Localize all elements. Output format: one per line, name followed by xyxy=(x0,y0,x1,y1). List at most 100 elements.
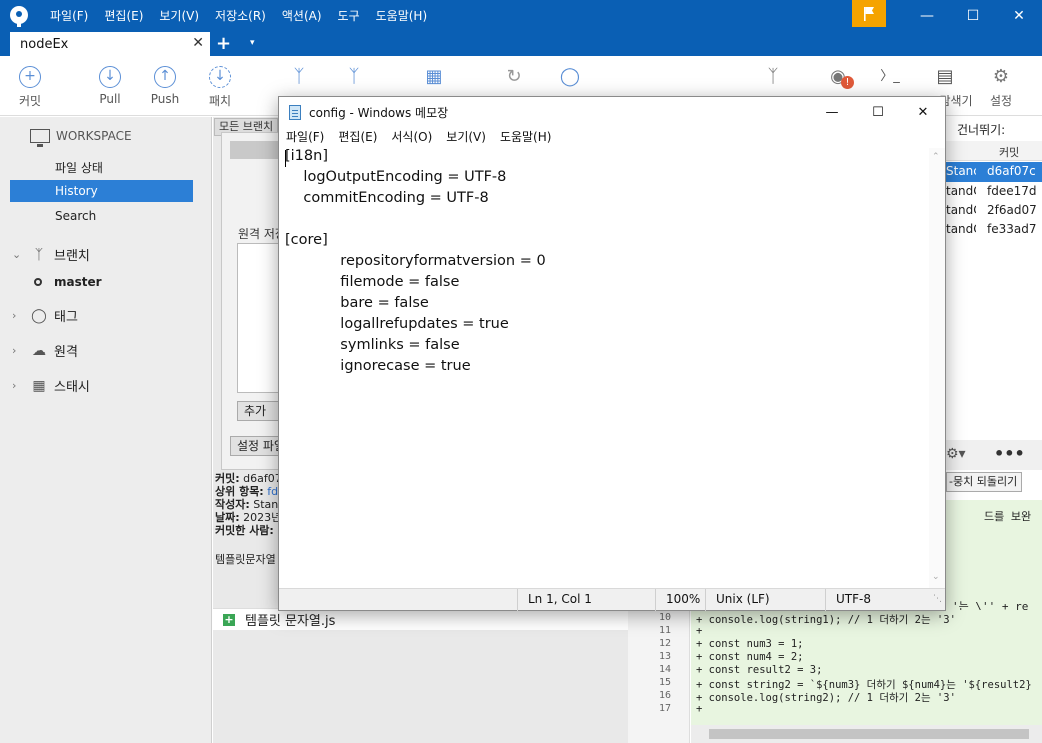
diff-line: + xyxy=(696,703,703,715)
edit-config-button[interactable]: 설정 파일 편집 xyxy=(230,436,282,456)
menu-actions[interactable]: 액션(A) xyxy=(274,0,330,32)
warning-badge-icon: ! xyxy=(841,76,854,89)
np-menu-edit[interactable]: 편집(E) xyxy=(331,127,384,147)
scroll-up-icon[interactable]: ⌃ xyxy=(932,152,940,162)
remotes-label: 원격 xyxy=(54,345,78,360)
remote-repos-label: 원격 저장소 xyxy=(238,227,282,241)
settings-button[interactable]: ⚙ 설정 xyxy=(971,56,1031,116)
more-options-icon[interactable]: ••• xyxy=(994,444,1025,463)
np-menu-file[interactable]: 파일(F) xyxy=(279,127,331,147)
close-window-button[interactable]: ✕ xyxy=(996,0,1042,32)
text-line: logOutputEncoding = UTF-8 xyxy=(285,169,507,185)
resize-grip-icon[interactable]: ⋱ xyxy=(933,594,942,604)
changed-file-row[interactable]: + 템플릿 문자열.js xyxy=(213,608,628,630)
tab-close-icon[interactable]: ✕ xyxy=(192,35,204,51)
pull-button[interactable]: ↓ Pull xyxy=(80,56,140,116)
text-line: [core] xyxy=(285,232,328,248)
menu-help[interactable]: 도움말(H) xyxy=(368,0,436,32)
scrollbar-thumb[interactable] xyxy=(709,729,1029,739)
sidebar-item-history[interactable]: History xyxy=(10,180,193,202)
table-row[interactable]: Stanc d6af07c xyxy=(946,162,1042,182)
sidebar-group-branches[interactable]: ⌄ ᛉ 브랜치 xyxy=(12,245,90,265)
tab-nodeex[interactable]: nodeEx ✕ xyxy=(10,32,210,56)
column-commit[interactable]: 커밋 xyxy=(999,144,1019,160)
gear-dropdown-icon[interactable]: ⚙▾ xyxy=(946,446,966,462)
history-label: History xyxy=(55,184,98,198)
notepad-maximize-button[interactable]: ☐ xyxy=(855,97,901,127)
np-menu-view[interactable]: 보기(V) xyxy=(439,127,493,147)
line-number-gutter: 10 11 12 13 14 15 16 17 xyxy=(628,610,690,743)
notepad-minimize-button[interactable]: — xyxy=(809,97,855,127)
text-line: commitEncoding = UTF-8 xyxy=(285,190,489,206)
notepad-status-bar: Ln 1, Col 1 100% Unix (LF) UTF-8 ⋱ xyxy=(279,588,945,611)
np-menu-format[interactable]: 서식(O) xyxy=(384,127,439,147)
scroll-down-icon[interactable]: ⌄ xyxy=(932,572,940,582)
flag-button[interactable] xyxy=(852,0,886,27)
main-menu: 파일(F) 편집(E) 보기(V) 저장소(R) 액션(A) 도구 도움말(H) xyxy=(42,0,435,32)
sidebar-group-tags[interactable]: › ◯ 태그 xyxy=(12,306,78,326)
remote-repos-list[interactable] xyxy=(237,243,282,393)
branch-master[interactable]: master xyxy=(34,275,102,289)
added-file-icon: + xyxy=(223,612,235,626)
arrow-down-circle-icon: ↓ xyxy=(99,66,121,88)
fetch-button[interactable]: ↓ 패치 xyxy=(190,56,250,116)
new-tab-button[interactable]: + xyxy=(216,33,231,54)
line-number: 13 xyxy=(658,651,671,662)
diff-code: + console.log(string1); // 1 더하기 2는 '3' … xyxy=(691,610,1042,725)
table-row[interactable]: tandC fdee17d xyxy=(946,182,1042,202)
text-line: bare = false xyxy=(285,295,429,311)
sidebar: WORKSPACE 파일 상태 History Search ⌄ ᛉ 브랜치 m… xyxy=(0,117,212,743)
diff-horizontal-scrollbar[interactable] xyxy=(691,725,1042,743)
settings-label: 설정 xyxy=(989,94,1013,108)
tag-icon: ◯ xyxy=(559,66,581,87)
commit-button[interactable]: + 커밋 xyxy=(0,56,60,116)
parent-row: 상위 항목: fdee17d xyxy=(215,485,279,498)
notepad-titlebar: config - Windows 메모장 — ☐ ✕ xyxy=(279,97,945,127)
folder-icon: ▤ xyxy=(936,66,954,87)
sidebar-item-search[interactable]: Search xyxy=(55,209,96,223)
commit-row: 커밋: d6af07c xyxy=(215,472,279,485)
stashes-label: 스태시 xyxy=(54,380,90,395)
pull-label: Pull xyxy=(99,92,121,106)
sidebar-group-stashes[interactable]: › ▦ 스태시 xyxy=(12,376,90,396)
table-row[interactable]: tandC fe33ad7 xyxy=(946,220,1042,240)
menu-edit[interactable]: 편집(E) xyxy=(96,0,151,32)
diff-line: + const num3 = 1; xyxy=(696,638,804,650)
git-flow-icon: ᛉ xyxy=(767,66,779,87)
line-number: 15 xyxy=(658,677,671,688)
add-remote-button[interactable]: 추가 xyxy=(237,401,282,421)
notepad-text-area[interactable]: [i18n] logOutputEncoding = UTF-8 commitE… xyxy=(279,148,929,588)
diff-line: + xyxy=(696,625,703,637)
sidebar-group-remotes[interactable]: › ☁ 원격 xyxy=(12,341,78,361)
np-menu-help[interactable]: 도움말(H) xyxy=(493,127,559,147)
menu-file[interactable]: 파일(F) xyxy=(42,0,96,32)
dialog-tabbar xyxy=(230,141,282,159)
chevron-right-icon: › xyxy=(12,344,17,357)
app-titlebar: 파일(F) 편집(E) 보기(V) 저장소(R) 액션(A) 도구 도움말(H)… xyxy=(0,0,1042,32)
row-author: tandC xyxy=(946,184,976,198)
text-line: repositoryformatversion = 0 xyxy=(285,253,546,269)
revert-hunk-button[interactable]: -뭉치 되돌리기 xyxy=(946,472,1022,492)
menu-view[interactable]: 보기(V) xyxy=(151,0,207,32)
author-row: 작성자: StandC xyxy=(215,498,279,511)
notepad-vertical-scrollbar[interactable]: ⌃ ⌄ xyxy=(929,148,945,588)
sidebar-item-file-status[interactable]: 파일 상태 xyxy=(55,159,103,176)
tab-bar: nodeEx ✕ + ▾ xyxy=(0,32,1042,56)
tab-dropdown-icon[interactable]: ▾ xyxy=(250,38,255,48)
diff-hunk-top: 드를 보완 '는 \'' + re xyxy=(946,500,1042,613)
menu-tools[interactable]: 도구 xyxy=(330,0,368,32)
line-number: 12 xyxy=(658,638,671,649)
maximize-button[interactable]: ☐ xyxy=(950,0,996,32)
merge-icon: ᛉ xyxy=(348,66,360,87)
push-button[interactable]: ↑ Push xyxy=(135,56,195,116)
notepad-close-button[interactable]: ✕ xyxy=(900,97,946,127)
menu-repository[interactable]: 저장소(R) xyxy=(207,0,274,32)
minimize-button[interactable]: — xyxy=(904,0,950,32)
table-row[interactable]: tandC 2f6ad07 xyxy=(946,201,1042,221)
terminal-icon: 〉_ xyxy=(880,69,900,84)
row-hash: fe33ad7 xyxy=(987,222,1037,236)
changed-file-name: 템플릿 문자열.js xyxy=(245,614,336,629)
plus-circle-icon: + xyxy=(19,66,41,88)
date-row: 날짜: 2023년 xyxy=(215,511,279,524)
chevron-down-icon: ⌄ xyxy=(12,248,22,261)
